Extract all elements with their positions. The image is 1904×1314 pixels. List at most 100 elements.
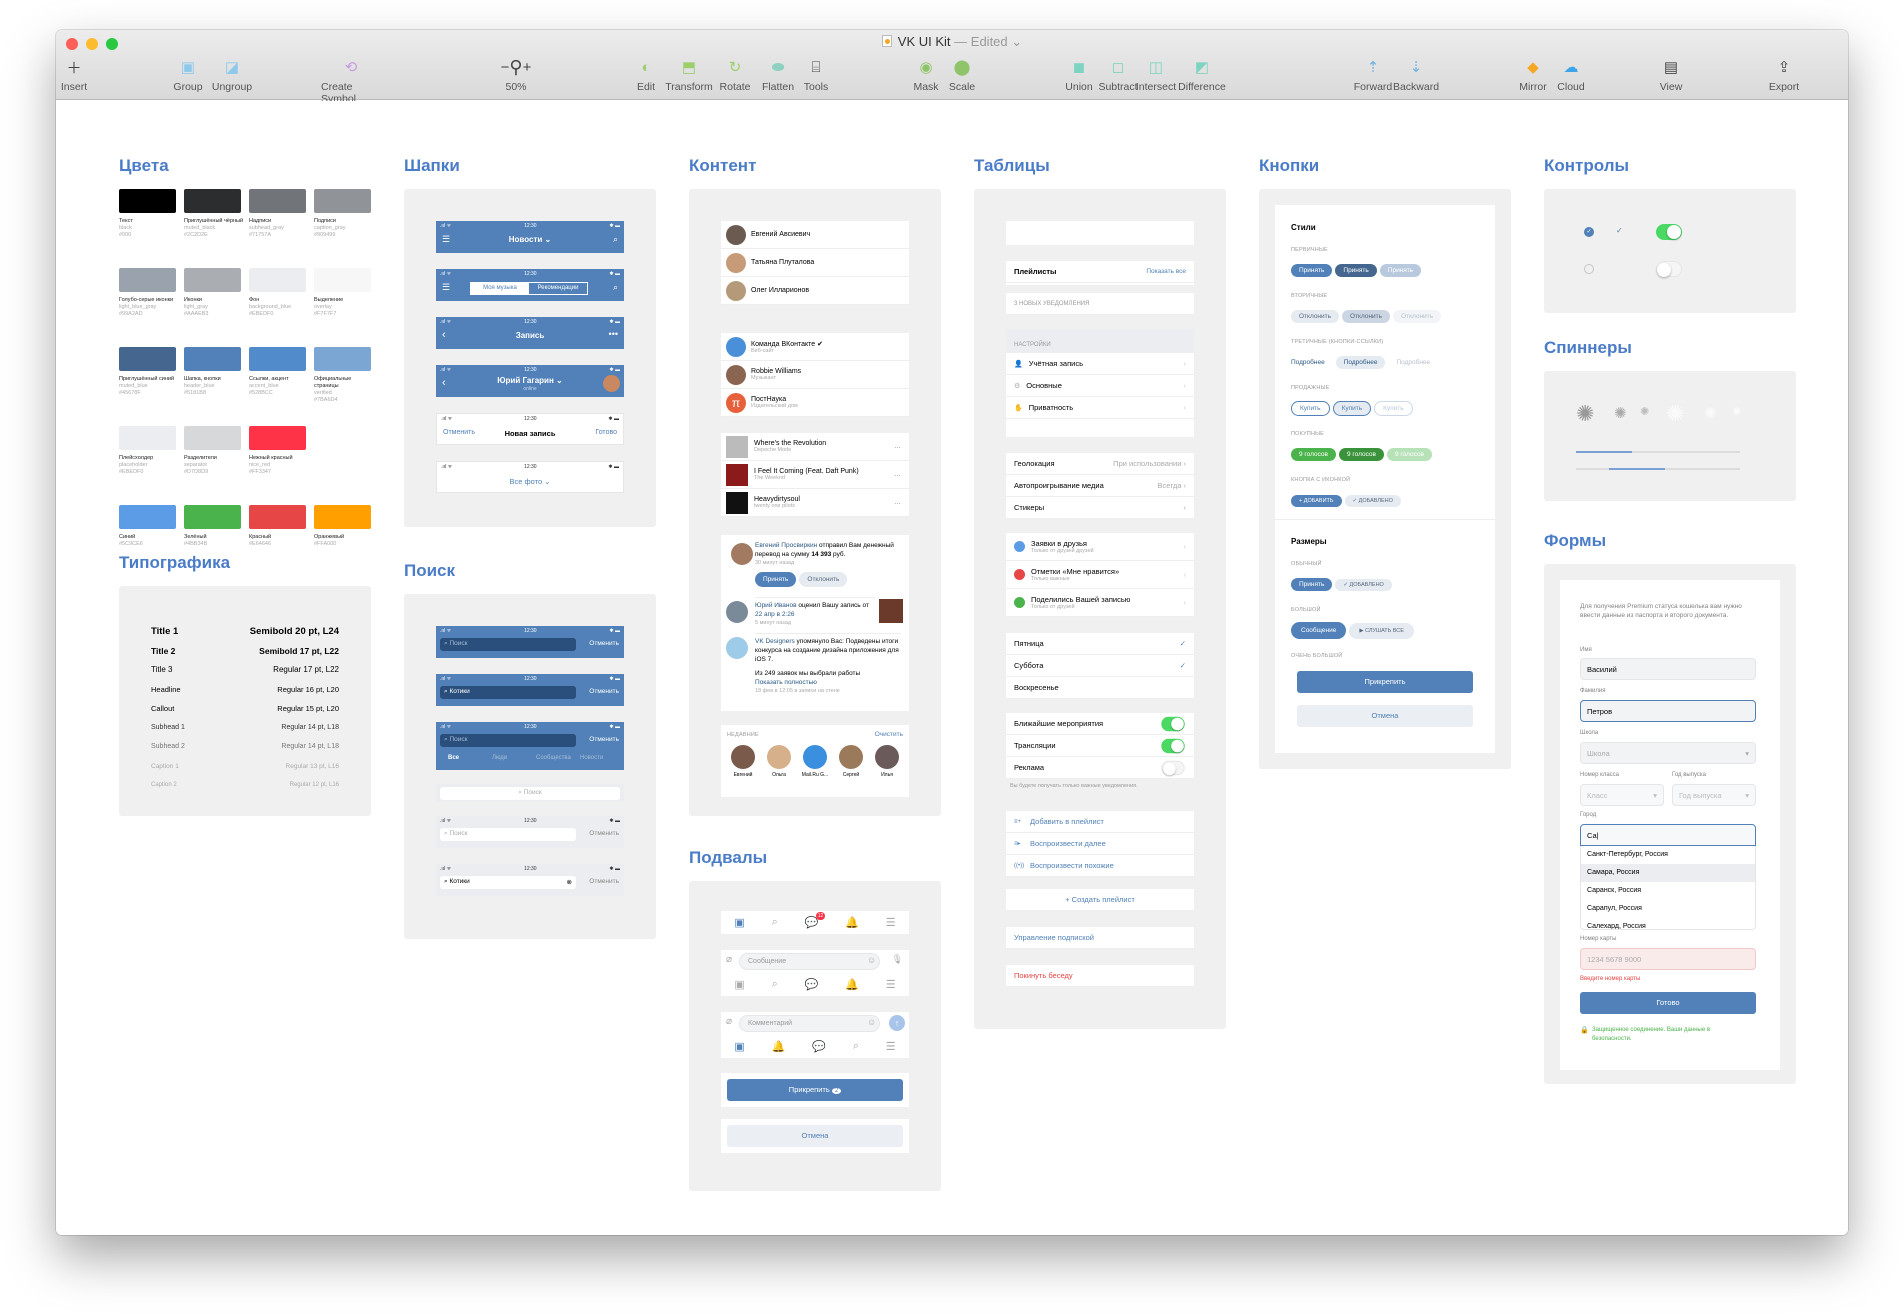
microphone-icon[interactable]: 🎙 [892,954,903,965]
toolbar-export-button[interactable]: ⇪ Export [1754,56,1814,93]
settings-row[interactable]: ⚙ Основные › [1006,375,1194,397]
color-swatch[interactable] [249,426,306,450]
color-swatch[interactable] [184,268,241,292]
preference-row[interactable]: Стикеры › [1006,497,1194,519]
accept-button[interactable]: Принять [1291,578,1333,591]
year-select[interactable]: Год выпуска ▾ [1672,784,1756,806]
toggle-off[interactable] [1161,760,1185,775]
toolbar-view-button[interactable]: ▤ View [1641,56,1701,93]
message-button[interactable]: Сообщение [1291,622,1347,639]
search-input[interactable]: ⌕ Поиск [440,638,576,651]
color-swatch[interactable] [119,189,176,213]
search-icon[interactable]: ⌕ [613,282,618,293]
search-input[interactable]: ⌕ Котики ⊗ [440,876,576,889]
done-link[interactable]: Готово [595,429,617,436]
playlist-action-row[interactable]: ≡▸ Воспроизвести далее [1006,833,1194,855]
color-swatch[interactable] [314,268,371,292]
tertiary-button[interactable]: Подробнее [1291,356,1333,369]
color-swatch[interactable] [249,189,306,213]
segment-my-music[interactable]: Моя музыка [471,283,529,294]
track-row[interactable]: Heavydirtysoul twenty one pilots… [721,489,909,517]
create-playlist-button[interactable]: + Создать плейлист [1006,889,1194,911]
accept-button[interactable]: Принять [755,572,797,587]
add-button[interactable]: + ДОБАВИТЬ [1291,495,1342,507]
search-input[interactable]: ⌕ Поиск [440,787,620,800]
city-option[interactable]: Самара, Россия [1581,864,1755,882]
menu-tab-icon[interactable]: ☰ [886,916,896,929]
day-option-row[interactable]: Пятница ✓ [1006,633,1194,655]
color-swatch[interactable] [184,189,241,213]
notification-setting-row[interactable]: Поделились Вашей записью Только от друзей… [1006,589,1194,617]
surname-field[interactable]: Петров [1580,700,1756,722]
more-icon[interactable]: … [894,443,901,450]
more-icon[interactable]: … [894,471,901,478]
secondary-button-pressed[interactable]: Отклонить [1342,310,1391,323]
color-swatch[interactable] [249,268,306,292]
color-swatch[interactable] [314,505,371,529]
attach-button[interactable]: Прикрепить [1297,671,1473,693]
submit-button[interactable]: Готово [1580,992,1756,1014]
menu-icon[interactable]: ☰ [442,282,450,293]
search-tab[interactable]: Новости [580,755,603,761]
color-swatch[interactable] [184,426,241,450]
color-swatch[interactable] [119,505,176,529]
color-swatch[interactable] [314,189,371,213]
track-row[interactable]: Where's the Revolution Depeche Mode… [721,433,909,461]
buy-button-disabled[interactable]: 9 голосов [1387,448,1432,461]
recent-contact[interactable]: Сергей [835,745,867,778]
group-row[interactable]: Robbie Williams Музыкант [721,361,909,389]
track-row[interactable]: I Feel It Coming (Feat. Daft Punk) The We… [721,461,909,489]
tertiary-button-disabled[interactable]: Подробнее [1388,356,1438,369]
avatar[interactable] [603,375,620,392]
emoji-icon[interactable]: ☺ [867,1017,876,1027]
segment-recommendations[interactable]: Рекомендации [529,283,587,294]
buy-button[interactable]: 9 голосов [1291,448,1336,461]
checkmark-icon[interactable]: ✓ [1616,226,1623,235]
search-input[interactable]: ⌕ Поиск [440,828,576,841]
cancel-link[interactable]: Отменить [589,688,619,695]
attach-icon[interactable]: ⌀ [726,954,732,965]
group-row[interactable]: Команда ВКонтакте ✔ Веб-сайт [721,333,909,361]
toggle-on[interactable] [1161,716,1185,731]
added-button[interactable]: ✓ ДОБАВЛЕНО [1344,495,1401,507]
toolbar-ungroup-button[interactable]: ◪ Ungroup [202,56,262,93]
friend-row[interactable]: Олег Илларионов [721,277,909,305]
primary-button-pressed[interactable]: Принять [1335,264,1377,277]
toolbar-tools-button[interactable]: ⌸ Tools [786,56,846,94]
send-button[interactable]: ↑ [889,1015,905,1031]
sell-button-disabled[interactable]: Купить [1374,401,1413,416]
friend-row[interactable]: Евгений Авсиевич [721,221,909,249]
attach-button[interactable]: Прикрепить 2 [727,1079,903,1101]
manage-subscription-link[interactable]: Управление подпиской [1006,927,1194,949]
cancel-link[interactable]: Отменить [589,878,619,885]
toggle-on[interactable] [1161,738,1185,753]
recent-contact[interactable]: Mail.Ru G... [799,745,831,778]
zoom-out-button[interactable]: − [501,59,510,76]
attach-icon[interactable]: ⌀ [726,1016,732,1027]
city-option[interactable]: Саранск, Россия [1581,882,1755,900]
added-button[interactable]: ✓ ДОБАВЛЕНО [1335,579,1392,591]
toolbar-insert-button[interactable]: ＋ Insert [56,56,104,94]
more-icon[interactable]: ••• [609,329,618,339]
search-tab-icon[interactable]: ⌕ [772,916,778,929]
name-field[interactable]: Василий [1580,658,1756,680]
toolbar-scale-button[interactable]: ⬤ Scale [932,56,992,93]
color-swatch[interactable] [119,347,176,371]
recent-contact[interactable]: Ольга [763,745,795,778]
preference-row[interactable]: Автопроигрывание медиа Всегда › [1006,475,1194,497]
notifications-tab-icon[interactable]: 🔔 [845,916,859,929]
sell-button[interactable]: Купить [1291,401,1330,416]
cancel-link[interactable]: Отменить [589,640,619,647]
radio-checked[interactable]: ✓ [1584,227,1594,237]
city-input[interactable]: Са| [1580,824,1756,846]
settings-row[interactable]: ✋ Приватность › [1006,397,1194,419]
clear-link[interactable]: Очистить [875,731,903,738]
recent-contact[interactable]: Евгений [727,745,759,778]
search-input[interactable]: ⌕ Котики [440,686,576,699]
toggle-on[interactable] [1656,224,1682,240]
color-swatch[interactable] [314,347,371,371]
toolbar-backward-button[interactable]: ⇣ Backward [1386,56,1446,93]
primary-button[interactable]: Принять [1291,264,1333,277]
color-swatch[interactable] [119,268,176,292]
cancel-button[interactable]: Отмена [1297,705,1473,727]
